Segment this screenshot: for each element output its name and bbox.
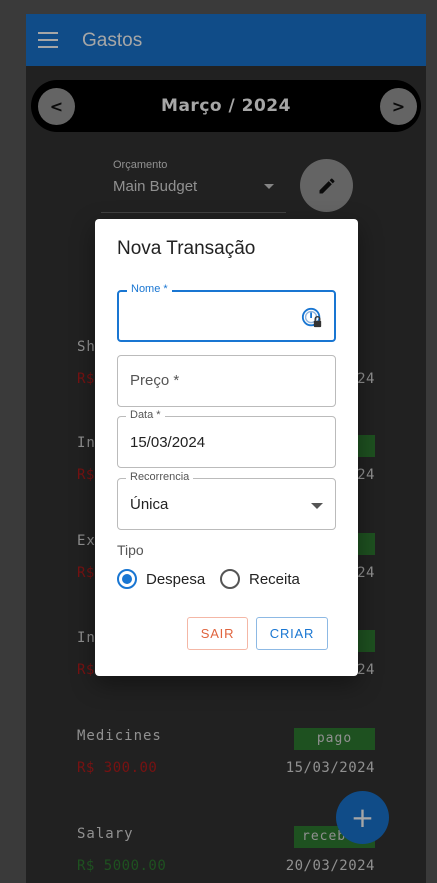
data-value: 15/03/2024 bbox=[130, 434, 206, 451]
new-transaction-dialog: Nova Transação Nome * Preço * Data * 15/… bbox=[95, 219, 358, 676]
radio-despesa[interactable]: Despesa bbox=[117, 569, 205, 589]
criar-button[interactable]: CRIAR bbox=[256, 617, 328, 650]
sair-button[interactable]: SAIR bbox=[187, 617, 248, 650]
data-field[interactable]: Data * 15/03/2024 bbox=[117, 409, 336, 468]
recorrencia-label: Recorrencia bbox=[126, 471, 194, 483]
preco-field[interactable]: Preço * bbox=[117, 355, 336, 407]
nome-label: Nome * bbox=[127, 283, 172, 295]
tipo-label: Tipo bbox=[117, 542, 144, 558]
radio-receita[interactable]: Receita bbox=[220, 569, 300, 589]
preco-placeholder: Preço * bbox=[130, 372, 180, 389]
nome-input[interactable] bbox=[131, 306, 291, 323]
chevron-down-icon bbox=[311, 503, 323, 509]
data-label: Data * bbox=[126, 409, 165, 421]
password-manager-icon[interactable] bbox=[301, 307, 323, 329]
dialog-title: Nova Transação bbox=[117, 238, 256, 259]
recorrencia-value: Única bbox=[130, 496, 169, 513]
radio-unchecked-icon[interactable] bbox=[220, 569, 240, 589]
nome-field[interactable]: Nome * bbox=[117, 283, 336, 342]
radio-despesa-label: Despesa bbox=[146, 570, 206, 588]
radio-receita-label: Receita bbox=[249, 570, 300, 588]
recorrencia-select[interactable]: Recorrencia Única bbox=[117, 471, 336, 530]
radio-checked-icon[interactable] bbox=[117, 569, 137, 589]
